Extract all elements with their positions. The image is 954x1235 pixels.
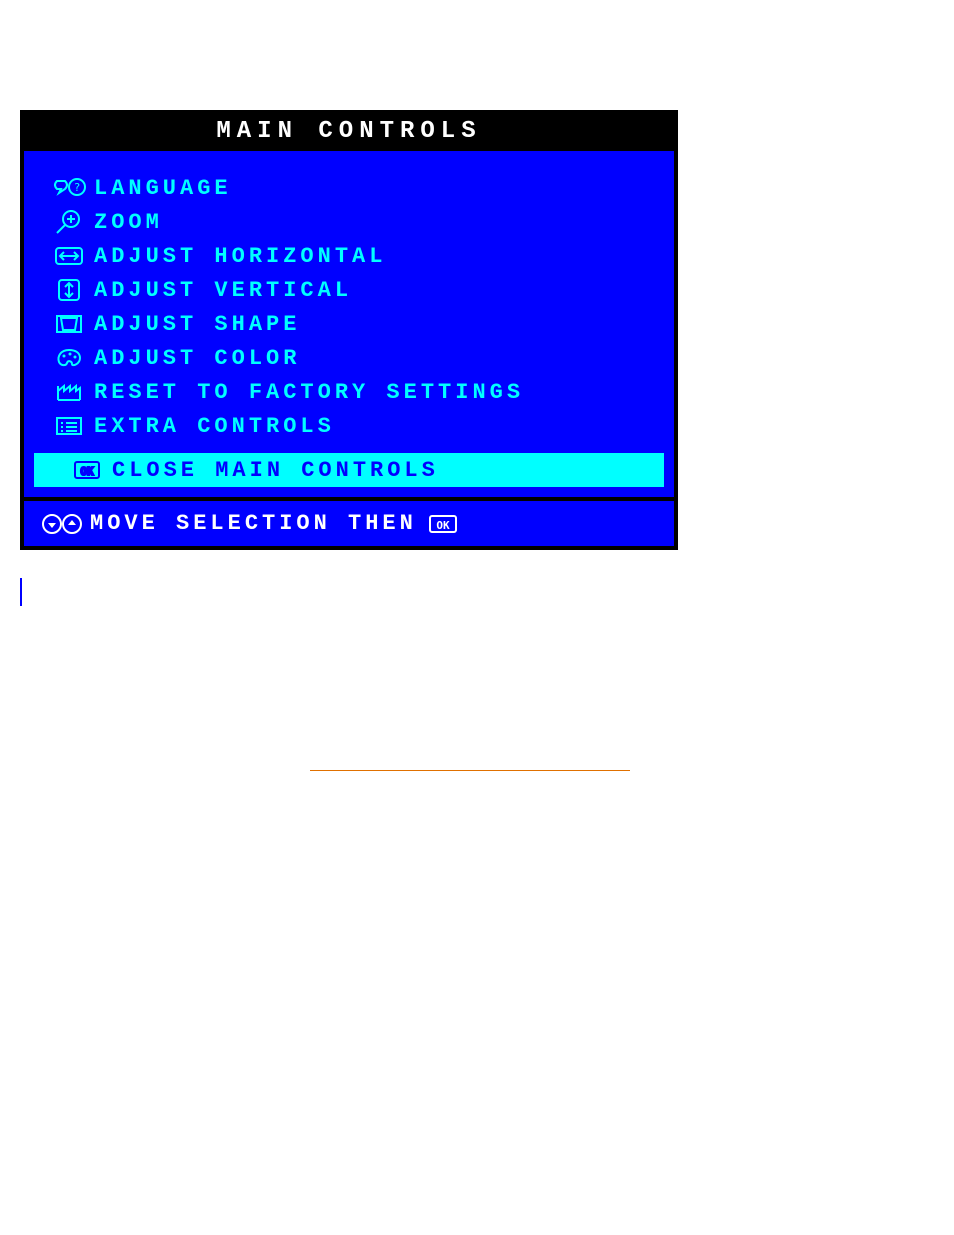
- shape-icon: [44, 313, 94, 335]
- palette-icon: [44, 347, 94, 369]
- menu-item-label: LANGUAGE: [94, 176, 232, 201]
- menu-item-label: ADJUST SHAPE: [94, 312, 300, 337]
- ok-icon: OK: [427, 513, 459, 535]
- menu-item-label: ZOOM: [94, 210, 163, 235]
- zoom-icon: [44, 209, 94, 235]
- factory-icon: [44, 381, 94, 403]
- ok-icon: OK: [62, 459, 112, 481]
- footer-text: MOVE SELECTION THEN: [90, 511, 417, 536]
- menu-item-language[interactable]: ? LANGUAGE: [34, 171, 664, 205]
- menu-item-adjust-color[interactable]: ADJUST COLOR: [34, 341, 664, 375]
- menu-item-label: ADJUST VERTICAL: [94, 278, 352, 303]
- list-icon: [44, 415, 94, 437]
- menu-body: ? LANGUAGE ZOOM: [24, 151, 674, 497]
- menu-item-close[interactable]: OK CLOSE MAIN CONTROLS: [34, 453, 664, 487]
- menu-item-extra-controls[interactable]: EXTRA CONTROLS: [34, 409, 664, 443]
- osd-title: MAIN CONTROLS: [24, 114, 674, 151]
- svg-text:OK: OK: [436, 519, 450, 532]
- horizontal-arrows-icon: [44, 245, 94, 267]
- menu-item-label: ADJUST COLOR: [94, 346, 300, 371]
- svg-text:?: ?: [74, 181, 81, 194]
- decorative-line: [310, 770, 630, 771]
- menu-item-adjust-horizontal[interactable]: ADJUST HORIZONTAL: [34, 239, 664, 273]
- vertical-arrows-icon: [44, 278, 94, 302]
- osd-footer: MOVE SELECTION THEN OK: [24, 497, 674, 546]
- menu-item-label: EXTRA CONTROLS: [94, 414, 335, 439]
- language-icon: ?: [44, 175, 94, 201]
- menu-item-adjust-vertical[interactable]: ADJUST VERTICAL: [34, 273, 664, 307]
- main-controls-osd: MAIN CONTROLS ? LANGUAGE: [20, 110, 678, 550]
- decorative-line: [20, 578, 22, 606]
- menu-item-label: RESET TO FACTORY SETTINGS: [94, 380, 524, 405]
- svg-text:OK: OK: [80, 465, 94, 478]
- menu-item-reset-factory[interactable]: RESET TO FACTORY SETTINGS: [34, 375, 664, 409]
- menu-item-label: ADJUST HORIZONTAL: [94, 244, 386, 269]
- menu-item-adjust-shape[interactable]: ADJUST SHAPE: [34, 307, 664, 341]
- up-down-arrows-icon: [34, 512, 90, 536]
- menu-item-label: CLOSE MAIN CONTROLS: [112, 458, 439, 483]
- menu-item-zoom[interactable]: ZOOM: [34, 205, 664, 239]
